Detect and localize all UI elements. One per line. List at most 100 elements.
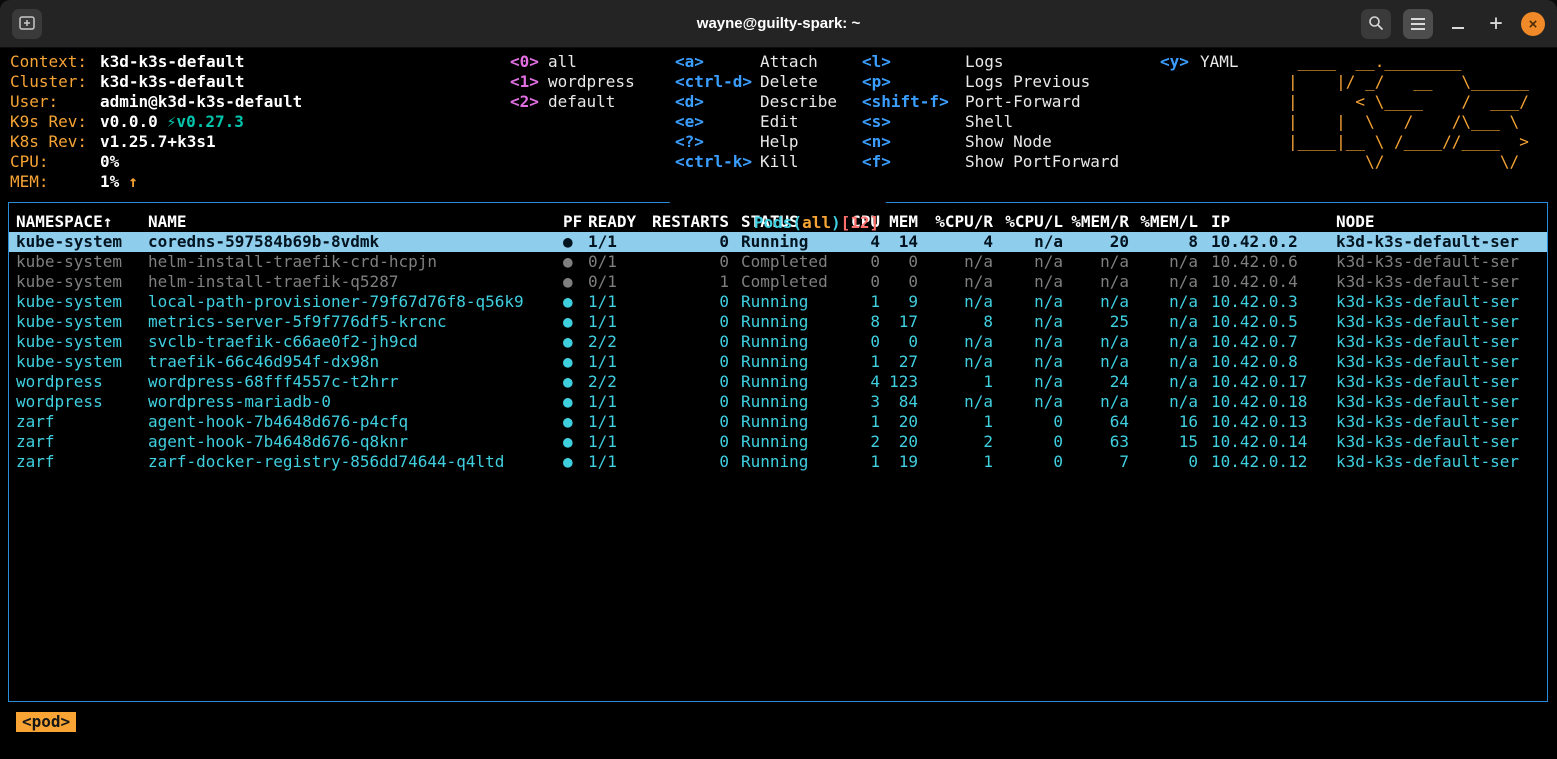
cell-namespace: kube-system <box>16 292 148 312</box>
table-row[interactable]: zarf zarf-docker-registry-856dd74644-q4l… <box>9 452 1547 472</box>
cell-cpu: 1 <box>845 452 883 472</box>
close-button[interactable]: × <box>1521 12 1545 36</box>
cell-node: k3d-k3s-default-ser <box>1326 272 1547 292</box>
table-row[interactable]: wordpress wordpress-mariadb-0 ● 1/1 0 Ru… <box>9 392 1547 412</box>
cell-namespace: kube-system <box>16 312 148 332</box>
cell-mem-r: 20 <box>1066 232 1132 252</box>
cell-name: helm-install-traefik-q5287 <box>148 272 560 292</box>
action-hotkeys-col2: <l>Logs<p>Logs Previous<shift-f>Port-For… <box>862 52 1119 172</box>
table-row[interactable]: kube-system local-path-provisioner-79f67… <box>9 292 1547 312</box>
pf-dot-icon: ● <box>560 312 588 332</box>
cell-mem-r: n/a <box>1066 332 1132 352</box>
hotkey-label: all <box>548 52 577 71</box>
hotkey-key: <ctrl-k> <box>675 152 760 172</box>
close-icon: × <box>1529 16 1538 33</box>
cell-mem-l: n/a <box>1132 292 1201 312</box>
hotkey-key: <1> <box>510 72 548 92</box>
column-header-mem[interactable]: MEM <box>883 212 921 232</box>
table-row[interactable]: kube-system helm-install-traefik-crd-hcp… <box>9 252 1547 272</box>
info-value: 1% <box>100 172 119 191</box>
cell-restarts: 0 <box>644 452 732 472</box>
table-row[interactable]: zarf agent-hook-7b4648d676-p4cfq ● 1/1 0… <box>9 412 1547 432</box>
column-header-ip[interactable]: IP <box>1201 212 1326 232</box>
column-header-cpu-l[interactable]: %CPU/L <box>996 212 1066 232</box>
hotkey-key: <d> <box>675 92 760 112</box>
cell-namespace: kube-system <box>16 352 148 372</box>
pf-dot-icon: ● <box>560 432 588 452</box>
table-row[interactable]: kube-system coredns-597584b69b-8vdmk ● 1… <box>9 232 1547 252</box>
cell-status: Running <box>732 452 845 472</box>
column-header-cpu-r[interactable]: %CPU/R <box>921 212 996 232</box>
cell-node: k3d-k3s-default-ser <box>1326 372 1547 392</box>
hotkey-row: <e>Edit <box>675 112 837 132</box>
logo-line: |____|__ \ /____//____ > <box>1288 132 1529 152</box>
logo-line: | < \____ / ___/ <box>1288 92 1529 112</box>
cell-cpu: 8 <box>845 312 883 332</box>
info-label: K8s Rev: <box>10 132 100 152</box>
column-header-name[interactable]: NAME <box>148 212 560 232</box>
cell-name: svclb-traefik-c66ae0f2-jh9cd <box>148 332 560 352</box>
column-header-namespace[interactable]: NAMESPACE↑ <box>16 212 148 232</box>
maximize-button[interactable]: + <box>1483 11 1509 37</box>
search-button[interactable] <box>1361 9 1391 39</box>
cell-cpu: 4 <box>845 232 883 252</box>
table-row[interactable]: wordpress wordpress-68fff4557c-t2hrr ● 2… <box>9 372 1547 392</box>
cell-name: metrics-server-5f9f776df5-krcnc <box>148 312 560 332</box>
hotkey-label: Edit <box>760 112 799 131</box>
cell-namespace: zarf <box>16 452 148 472</box>
cell-cpu-l: n/a <box>996 272 1066 292</box>
titlebar: wayne@guilty-spark: ~ + × <box>0 0 1557 48</box>
hotkey-label: YAML <box>1200 52 1239 71</box>
info-value: k3d-k3s-default <box>100 52 245 71</box>
table-row[interactable]: kube-system metrics-server-5f9f776df5-kr… <box>9 312 1547 332</box>
cell-cpu-r: n/a <box>921 292 996 312</box>
hotkey-key: <e> <box>675 112 760 132</box>
cell-ip: 10.42.0.17 <box>1201 372 1326 392</box>
cell-mem: 0 <box>883 272 921 292</box>
hotkey-row: <2>default <box>510 92 635 112</box>
hotkey-label: Show Node <box>965 132 1052 151</box>
column-header-ready[interactable]: READY <box>588 212 644 232</box>
table-row[interactable]: kube-system helm-install-traefik-q5287 ●… <box>9 272 1547 292</box>
minimize-button[interactable] <box>1445 11 1471 37</box>
cell-restarts: 0 <box>644 332 732 352</box>
table-row[interactable]: kube-system traefik-66c46d954f-dx98n ● 1… <box>9 352 1547 372</box>
menu-button[interactable] <box>1403 9 1433 39</box>
pf-dot-icon: ● <box>560 292 588 312</box>
new-tab-icon <box>19 16 35 33</box>
cell-namespace: wordpress <box>16 392 148 412</box>
cell-restarts: 1 <box>644 272 732 292</box>
cell-ip: 10.42.0.2 <box>1201 232 1326 252</box>
cell-mem-l: 0 <box>1132 452 1201 472</box>
logo-line: | | \ / /\___ \ <box>1288 112 1529 132</box>
window-title: wayne@guilty-spark: ~ <box>0 0 1557 48</box>
table-title-resource: Pods <box>754 213 793 232</box>
hotkey-label: Port-Forward <box>965 92 1081 111</box>
cell-mem: 14 <box>883 232 921 252</box>
terminal-content[interactable]: Context:k3d-k3s-defaultCluster:k3d-k3s-d… <box>0 48 1557 759</box>
cell-mem: 0 <box>883 332 921 352</box>
column-header-mem-r[interactable]: %MEM/R <box>1066 212 1132 232</box>
k9s-ascii-logo: ____ __.________| |/ _/ __ \______| < \_… <box>1288 52 1529 172</box>
cell-cpu-r: n/a <box>921 252 996 272</box>
cell-mem-r: 25 <box>1066 312 1132 332</box>
cell-node: k3d-k3s-default-ser <box>1326 252 1547 272</box>
hotkey-key: <n> <box>862 132 965 152</box>
column-header-mem-l[interactable]: %MEM/L <box>1132 212 1201 232</box>
new-tab-button[interactable] <box>12 9 42 39</box>
cell-name: traefik-66c46d954f-dx98n <box>148 352 560 372</box>
table-row[interactable]: zarf agent-hook-7b4648d676-q8knr ● 1/1 0… <box>9 432 1547 452</box>
cell-cpu-l: 0 <box>996 452 1066 472</box>
table-row[interactable]: kube-system svclb-traefik-c66ae0f2-jh9cd… <box>9 332 1547 352</box>
cell-restarts: 0 <box>644 392 732 412</box>
pf-dot-icon: ● <box>560 452 588 472</box>
column-header-pf[interactable]: PF <box>560 212 588 232</box>
cell-cpu-r: 8 <box>921 312 996 332</box>
column-header-node[interactable]: NODE <box>1326 212 1547 232</box>
cell-node: k3d-k3s-default-ser <box>1326 412 1547 432</box>
cell-node: k3d-k3s-default-ser <box>1326 352 1547 372</box>
cell-cpu-l: n/a <box>996 292 1066 312</box>
cell-name: zarf-docker-registry-856dd74644-q4ltd <box>148 452 560 472</box>
cell-cpu-l: n/a <box>996 232 1066 252</box>
cell-cpu-l: n/a <box>996 252 1066 272</box>
